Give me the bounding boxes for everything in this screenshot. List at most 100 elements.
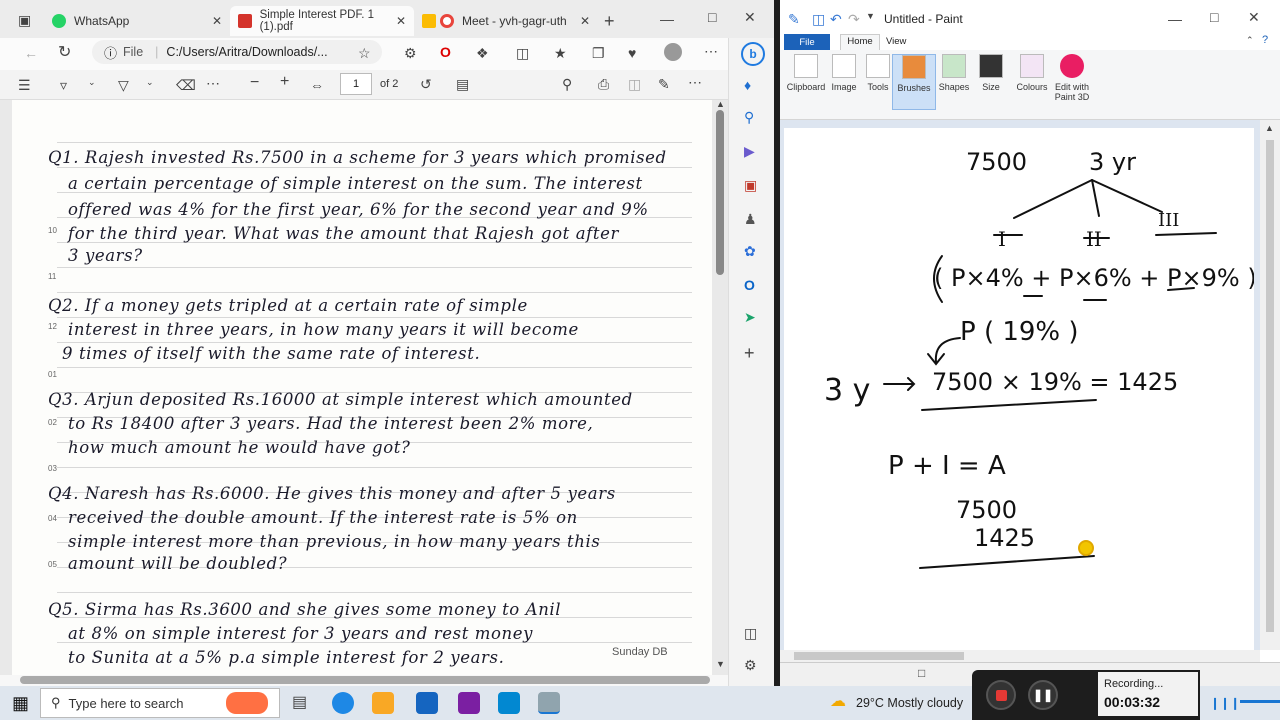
tab-meet[interactable]: Meet - yvh-gagr-uth ✕ (414, 6, 598, 36)
copilot-icon[interactable]: ✿ (744, 244, 756, 258)
rotate-icon[interactable]: ↺ (420, 77, 432, 91)
paint3d-button[interactable]: Edit with Paint 3D (1046, 54, 1098, 102)
back-icon[interactable]: ← (24, 46, 38, 60)
undo-icon[interactable]: ↶ (830, 12, 842, 26)
save-icon[interactable]: ◫ (628, 77, 641, 91)
page-number-input[interactable]: 1 (340, 73, 372, 95)
toolbox-icon[interactable]: ▣ (744, 178, 757, 192)
vertical-scroll-thumb[interactable] (716, 110, 724, 275)
audio-level-icon: ❙❙❙ (1210, 696, 1241, 710)
help-icon[interactable]: ? (1262, 35, 1268, 46)
chevron-down-icon[interactable]: ⌄ (146, 78, 154, 87)
pia-text: P + I = A (888, 451, 1006, 481)
paint-vertical-scrollbar[interactable]: ▲ (1260, 120, 1280, 650)
fit-page-icon[interactable]: ⇔ (310, 78, 324, 92)
profile-avatar[interactable] (664, 43, 682, 61)
new-tab-button[interactable]: + (604, 12, 615, 30)
refresh-icon[interactable]: ↻ (58, 45, 71, 61)
tab-pdf[interactable]: Simple Interest PDF. 1 (1).pdf ✕ (230, 6, 414, 36)
performance-icon[interactable]: ♥ (628, 46, 636, 60)
scroll-thumb[interactable] (1266, 140, 1274, 632)
search-highlight-icon[interactable] (226, 692, 268, 714)
print-icon[interactable]: ⎙ (598, 77, 609, 91)
contents-icon[interactable]: ☰ (18, 78, 31, 92)
close-window-icon[interactable]: ✕ (744, 10, 756, 24)
tab-actions-icon[interactable]: ▣ (18, 13, 31, 27)
recording-status: Recording... 00:03:32 (1098, 672, 1198, 716)
tag-icon[interactable]: ▶ (744, 144, 755, 158)
h-scroll-thumb[interactable] (794, 652, 964, 660)
scroll-up-icon[interactable]: ▲ (1265, 124, 1274, 133)
split-screen-icon[interactable]: ◫ (516, 46, 529, 60)
more-tools-icon[interactable]: ⋯ (206, 76, 220, 90)
tab-view[interactable]: View (886, 36, 906, 47)
app-icon[interactable] (458, 692, 480, 714)
paint-taskbar-icon[interactable] (538, 692, 560, 714)
file-menu-button[interactable]: File (784, 34, 830, 50)
chevron-down-icon[interactable]: ⌄ (88, 78, 96, 87)
stop-record-button[interactable] (986, 680, 1016, 710)
minimize-icon[interactable]: — (660, 12, 674, 26)
canvas-size-icon: □ (918, 666, 926, 680)
tab-whatsapp[interactable]: WhatsApp ✕ (44, 6, 230, 36)
windows-start-icon[interactable]: ▦ (12, 694, 29, 712)
question-line: Q5. Sirma has Rs.3600 and she gives some… (48, 600, 562, 619)
add-sidebar-icon[interactable]: + (744, 344, 755, 362)
bing-icon[interactable]: b (741, 42, 765, 66)
scroll-down-icon[interactable]: ▼ (716, 660, 725, 669)
favorites-icon[interactable]: ★ (554, 46, 567, 60)
save-icon[interactable]: ◫ (812, 12, 825, 26)
tab-home[interactable]: Home (840, 34, 880, 50)
mail-icon[interactable] (416, 692, 438, 714)
search-icon[interactable]: ⚲ (562, 77, 572, 91)
pdf-more-icon[interactable]: ⋯ (688, 75, 702, 89)
text-icon[interactable]: ⌫ (176, 78, 196, 92)
redo-icon[interactable]: ↷ (848, 12, 860, 26)
arrow-right (883, 377, 916, 391)
bell-icon[interactable]: ♦ (744, 78, 751, 92)
highlight-icon[interactable]: ▿ (60, 78, 67, 92)
sidebar-search-icon[interactable]: ⚲ (744, 110, 754, 124)
horizontal-scroll-thumb[interactable] (20, 676, 710, 684)
close-icon[interactable]: ✕ (580, 14, 590, 28)
collections-icon[interactable]: ❐ (592, 46, 605, 60)
edge-sidebar: b ♦ ⚲ ▶ ▣ ♟ ✿ O ➤ + ◫ ⚙ (728, 38, 774, 686)
save-as-icon[interactable]: ✎ (658, 77, 670, 91)
zoom-in-button[interactable]: + (280, 74, 289, 90)
brushes-button[interactable]: Brushes (892, 54, 936, 110)
collapse-ribbon-icon[interactable]: ⌃ (1246, 36, 1254, 45)
scroll-up-icon[interactable]: ▲ (716, 100, 725, 109)
zoom-out-button[interactable]: − (250, 75, 259, 91)
minimize-icon[interactable]: — (1168, 12, 1182, 26)
maximize-icon[interactable]: □ (1210, 10, 1218, 24)
quick-access-dropdown-icon[interactable]: ▼ (866, 12, 875, 21)
close-window-icon[interactable]: ✕ (1248, 10, 1260, 24)
person-icon[interactable]: ♟ (744, 212, 757, 226)
opera-icon[interactable]: O (440, 45, 451, 59)
edge-taskbar-icon[interactable] (332, 692, 354, 714)
maximize-icon[interactable]: □ (708, 10, 716, 24)
outlook-icon[interactable]: O (744, 278, 755, 292)
pdf-viewer[interactable]: 10 11 12 01 02 03 04 05 Q1. Rajesh inves… (0, 100, 774, 675)
paint-horizontal-scrollbar[interactable] (780, 650, 1260, 662)
sidebar-toggle-icon[interactable]: ◫ (744, 626, 757, 640)
favorite-star-icon[interactable]: ☆ (358, 46, 371, 60)
page-view-icon[interactable]: ▤ (456, 77, 469, 91)
puzzle-icon[interactable]: ❖ (476, 46, 489, 60)
photos-icon[interactable] (498, 692, 520, 714)
close-icon[interactable]: ✕ (396, 14, 406, 28)
draw-icon[interactable]: ▽ (118, 78, 129, 92)
pause-record-button[interactable]: ❚❚ (1028, 680, 1058, 710)
extension-icon[interactable]: ⚙ (404, 46, 417, 60)
more-icon[interactable]: ⋯ (704, 44, 718, 58)
send-icon[interactable]: ➤ (744, 310, 756, 324)
margin-number: 02 (48, 418, 57, 427)
file-explorer-icon[interactable] (372, 692, 394, 714)
question-line: Q3. Arjun deposited Rs.16000 at simple i… (48, 390, 633, 409)
size-button[interactable]: Size (969, 54, 1013, 92)
url-field[interactable]: ⓘ File | C:/Users/Aritra/Downloads/... (92, 40, 382, 64)
drawing-canvas[interactable]: 7500 3 yr I II III ( P×4% + P×6% + P×9% … (784, 128, 1254, 650)
close-icon[interactable]: ✕ (212, 14, 222, 28)
task-view-icon[interactable]: ▤ (292, 695, 307, 711)
settings-gear-icon[interactable]: ⚙ (744, 658, 757, 672)
